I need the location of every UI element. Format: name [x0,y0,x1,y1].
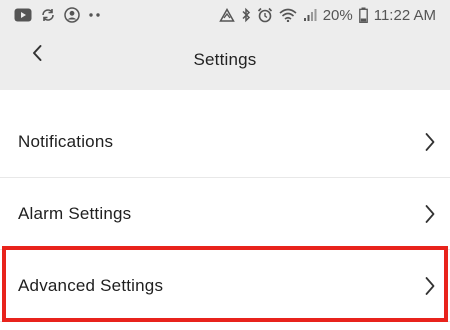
more-dots-icon [88,12,102,18]
alarm-settings-label: Alarm Settings [18,203,132,223]
advanced-settings-item[interactable]: Advanced Settings [0,250,450,322]
alarm-settings-item[interactable]: Alarm Settings [0,178,450,250]
chevron-right-icon [424,276,436,296]
alarm-icon [257,7,273,23]
recycle-icon [218,7,235,23]
battery-icon [358,7,368,23]
bluetooth-icon [241,7,251,23]
youtube-icon [14,8,32,22]
settings-header: Settings [0,30,450,90]
back-button[interactable] [20,38,54,72]
signal-icon [303,8,317,22]
advanced-settings-label: Advanced Settings [18,275,164,295]
chevron-right-icon [424,204,436,224]
chevron-left-icon [31,44,43,67]
clock-time: 11:22 AM [373,6,436,24]
list-spacer [0,90,450,106]
battery-percent: 20% [322,6,353,24]
account-icon [64,7,80,23]
status-left-icons [14,7,102,23]
settings-list: Notifications Alarm Settings Advanced Se… [0,90,450,322]
status-right-icons: 20% 11:22 AM [218,6,436,24]
status-bar: 20% 11:22 AM [0,0,450,30]
notifications-label: Notifications [18,131,114,151]
notifications-item[interactable]: Notifications [0,106,450,178]
sync-icon [40,7,56,23]
wifi-icon [279,8,297,22]
chevron-right-icon [424,132,436,152]
page-title: Settings [193,50,257,69]
